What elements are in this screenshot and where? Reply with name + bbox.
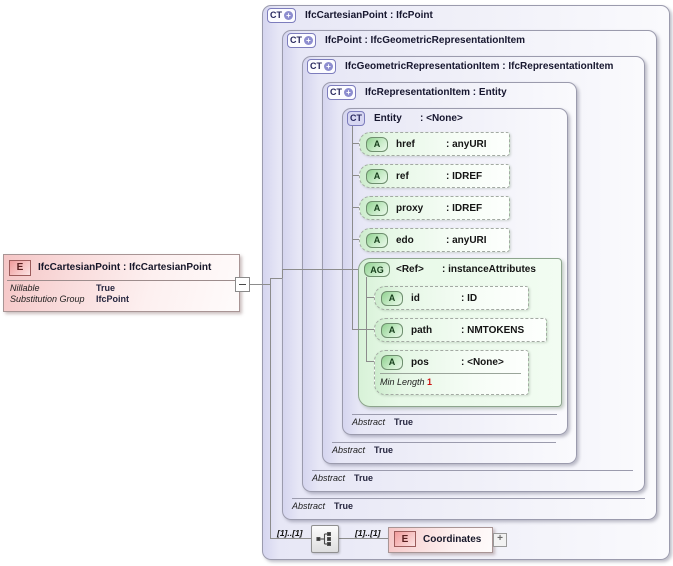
connector-line	[352, 175, 359, 176]
divider	[332, 442, 556, 443]
element-title: IfcCartesianPoint : IfcCartesianPoint	[38, 262, 212, 273]
expand-plus-icon: +	[284, 10, 293, 20]
divider	[292, 498, 645, 499]
attribute-icon: A	[366, 232, 388, 248]
connector-line	[352, 207, 359, 208]
attribute-icon: A	[366, 136, 388, 152]
expand-plus-icon: +	[304, 35, 313, 45]
element-coordinates[interactable]: E Coordinates	[388, 527, 493, 553]
attribute-type: : IDREF	[446, 170, 483, 182]
attribute-type: : NMTOKENS	[461, 324, 525, 336]
abstract-row-ifcpoint: Abstract True	[292, 498, 645, 511]
type-title: IfcGeometricRepresentationItem : IfcRepr…	[345, 60, 614, 72]
divider	[352, 414, 557, 415]
attribute-icon: A	[381, 290, 403, 306]
type-header-ifcpoint: CT + IfcPoint : IfcGeometricRepresentatio…	[287, 32, 525, 48]
attribute-type: : anyURI	[446, 138, 487, 150]
connector-line	[352, 239, 359, 240]
collapse-button[interactable]	[235, 277, 250, 292]
connector-line	[366, 329, 374, 330]
attribute-ref[interactable]: A ref : IDREF	[359, 164, 510, 188]
attribute-icon: A	[366, 200, 388, 216]
connector-line	[270, 278, 282, 279]
expand-plus-icon: +	[344, 87, 353, 97]
type-title: IfcPoint : IfcGeometricRepresentationIte…	[325, 34, 526, 46]
attribute-name: edo	[396, 234, 414, 246]
property-nillable: Nillable True	[10, 283, 116, 293]
connector-line	[270, 278, 271, 538]
connector-line	[270, 538, 311, 539]
expand-plus-icon: +	[324, 61, 333, 71]
abstract-row-ifcrepresentationitem: Abstract True	[332, 442, 556, 455]
attribute-name: path	[411, 324, 433, 336]
connector-line	[248, 284, 270, 285]
connector-line	[366, 361, 374, 362]
schema-diagram: CT + IfcCartesianPoint : IfcPoint CT + Ifc…	[0, 0, 673, 566]
element-ifccartesianpoint[interactable]: E IfcCartesianPoint : IfcCartesianPoint …	[3, 254, 240, 312]
complex-type-icon[interactable]: CT +	[327, 84, 356, 100]
type-header-ifcgeometricrepresentationitem: CT + IfcGeometricRepresentationItem : Ifc…	[307, 58, 613, 74]
property-substitution-group: Substitution Group IfcPoint	[10, 294, 129, 304]
connector-line	[282, 269, 358, 270]
attribute-name: ref	[396, 170, 409, 182]
complex-type-icon[interactable]: CT +	[287, 32, 316, 48]
type-title: IfcRepresentationItem : Entity	[365, 86, 507, 98]
attribute-path[interactable]: A path : NMTOKENS	[374, 318, 547, 342]
element-icon: E	[394, 531, 416, 547]
type-title: IfcCartesianPoint : IfcPoint	[305, 9, 433, 21]
min-length-facet: Min Length 1	[380, 377, 433, 387]
connector-line	[337, 538, 388, 539]
attribute-id[interactable]: A id : ID	[374, 286, 529, 310]
minus-icon	[239, 284, 246, 285]
attribute-name: proxy	[396, 202, 424, 214]
attribute-pos[interactable]: A pos : <None> Min Length 1	[374, 350, 529, 395]
attribute-icon: A	[381, 354, 403, 370]
attribute-type: : <None>	[461, 356, 504, 368]
attribute-type: : ID	[461, 292, 478, 304]
abstract-row-ifcgeometricrepresentationitem: Abstract True	[312, 470, 633, 483]
element-title: Coordinates	[423, 533, 482, 545]
attribute-edo[interactable]: A edo : anyURI	[359, 228, 510, 252]
type-header-entity: CT Entity: <None>	[347, 110, 463, 126]
attribute-proxy[interactable]: A proxy : IDREF	[359, 196, 510, 220]
type-header-ifccartesianpoint: CT + IfcCartesianPoint : IfcPoint	[267, 7, 433, 23]
connector-line	[352, 143, 359, 144]
divider	[312, 470, 633, 471]
attribute-href[interactable]: A href : anyURI	[359, 132, 510, 156]
element-icon: E	[9, 259, 31, 276]
attribute-type: : IDREF	[446, 202, 483, 214]
attribute-group-icon: AG	[364, 262, 390, 277]
attribute-name: pos	[411, 356, 429, 368]
attribute-icon: A	[366, 168, 388, 184]
complex-type-icon[interactable]: CT +	[307, 58, 336, 74]
cardinality-label: [1]..[1]	[277, 528, 303, 538]
sequence-icon[interactable]	[311, 525, 339, 553]
divider	[380, 373, 521, 374]
attribute-icon: A	[381, 322, 403, 338]
connector-line	[366, 277, 367, 361]
connector-line	[352, 329, 366, 330]
abstract-row-entity: Abstract True	[352, 414, 557, 427]
attribute-group-name: <Ref>	[396, 264, 424, 275]
connector-line	[366, 297, 374, 298]
sequence-glyph	[316, 532, 331, 546]
attribute-name: id	[411, 292, 420, 304]
attribute-group-header: AG <Ref> : instanceAttributes	[364, 262, 536, 277]
attribute-group-type: : instanceAttributes	[442, 264, 536, 275]
attribute-name: href	[396, 138, 415, 150]
cardinality-label: [1]..[1]	[355, 528, 381, 538]
type-title: Entity: <None>	[374, 112, 463, 124]
connector-line	[352, 126, 353, 329]
type-header-ifcrepresentationitem: CT + IfcRepresentationItem : Entity	[327, 84, 507, 100]
attribute-type: : anyURI	[446, 234, 487, 246]
expand-button[interactable]: +	[493, 533, 507, 547]
complex-type-icon[interactable]: CT +	[267, 7, 296, 23]
complex-type-icon[interactable]: CT	[347, 110, 365, 126]
connector-line	[282, 269, 283, 278]
